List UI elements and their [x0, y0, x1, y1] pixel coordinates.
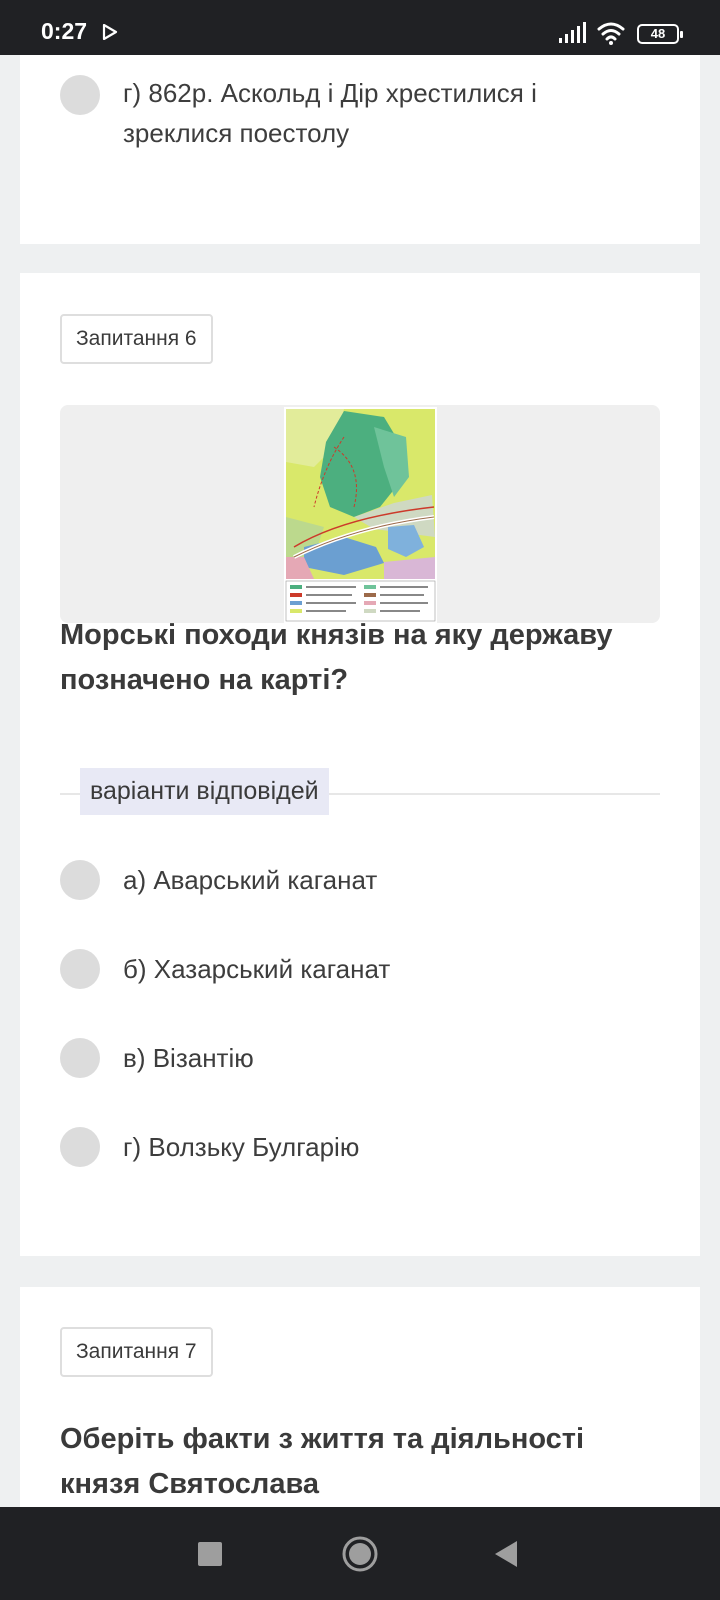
radio-option-a[interactable] — [60, 860, 100, 900]
radio-option-v[interactable] — [60, 1038, 100, 1078]
option-label: г) 862р. Аскольд і Дір хрестилися і зрек… — [123, 78, 537, 148]
answers-section-label: варіанти відповідей — [80, 768, 329, 815]
question-7-card: Запитання 7 Оберіть факти з життя та дія… — [20, 1287, 700, 1517]
historical-map-image[interactable] — [284, 407, 437, 623]
radio-option-b[interactable] — [60, 949, 100, 989]
question-6-card: Запитання 6 Морські походи князів на яку… — [20, 273, 700, 1256]
play-store-notification-icon — [102, 23, 118, 45]
question-text: Оберіть факти з життя та діяльності княз… — [60, 1423, 585, 1500]
question-number-badge: Запитання 7 — [60, 1327, 213, 1377]
radio-option-g[interactable] — [60, 75, 100, 115]
previous-question-card: г) 862р. Аскольд і Дір хрестилися і зрек… — [20, 55, 700, 244]
option-label: в) Візантію — [123, 1043, 254, 1073]
question-text: Морські походи князів на яку державу поз… — [60, 619, 613, 696]
home-circle-icon[interactable] — [341, 1535, 379, 1578]
system-navigation-bar — [0, 1507, 720, 1600]
status-time: 0:27 — [41, 18, 88, 44]
status-bar: 0:27 48 — [0, 0, 720, 55]
back-triangle-icon[interactable] — [494, 1540, 518, 1573]
option-label: г) Волзьку Булгарію — [123, 1132, 360, 1162]
question-number-badge: Запитання 6 — [60, 314, 213, 364]
wifi-icon — [597, 21, 625, 50]
option-label: а) Аварський каганат — [123, 865, 378, 895]
battery-icon: 48 — [637, 24, 683, 44]
cellular-signal-icon — [558, 22, 588, 49]
radio-option-g[interactable] — [60, 1127, 100, 1167]
recents-square-icon[interactable] — [198, 1542, 222, 1571]
option-label: б) Хазарський каганат — [123, 954, 391, 984]
question-image-container[interactable] — [60, 405, 660, 623]
